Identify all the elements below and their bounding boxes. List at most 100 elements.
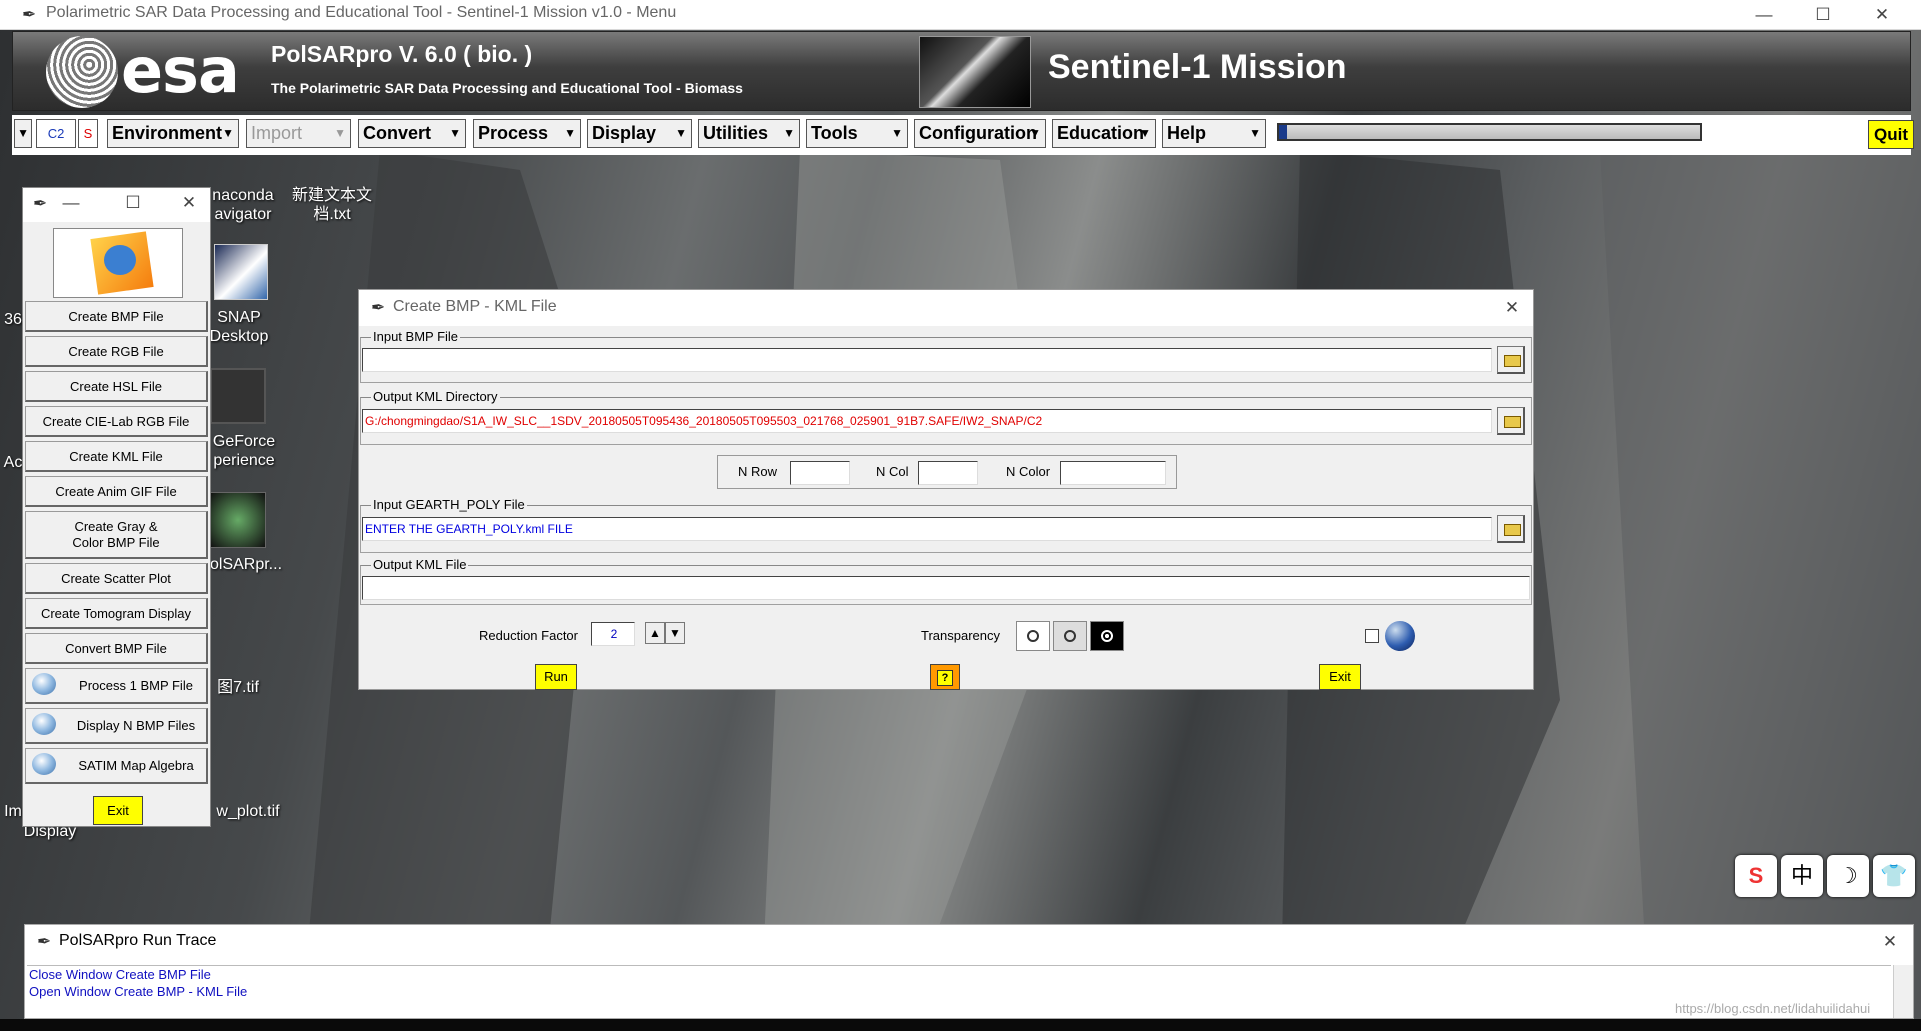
n-row-field[interactable] [790,461,850,485]
panel-close-button[interactable]: ✕ [171,190,207,216]
menu-configuration[interactable]: Configuration ▼ [914,119,1046,148]
menu-label: Import [251,123,303,143]
menu-label: Tools [811,123,858,143]
dialog-close-button[interactable]: ✕ [1489,295,1535,321]
desktop-icon-tif[interactable]: 图7.tif [212,678,264,697]
globe-icon [32,713,56,735]
transparency-option-3[interactable] [1090,621,1124,651]
minimize-button[interactable]: — [1741,2,1787,28]
dropdown-arrow-icon: ▼ [334,126,346,140]
menu-utilities[interactable]: Utilities ▼ [698,119,800,148]
convert-bmp-file-button[interactable]: Convert BMP File [25,633,208,664]
create-bmp-file-button[interactable]: Create BMP File [25,301,208,332]
output-kml-file-field[interactable] [362,576,1530,600]
feather-icon: ✒ [37,932,52,951]
feather-icon: ✒ [371,298,386,317]
create-rgb-file-button[interactable]: Create RGB File [25,336,208,367]
panel-exit-button[interactable]: Exit [93,796,143,825]
decrement-button[interactable]: ▼ [665,622,685,644]
help-button[interactable]: ? [930,664,960,690]
reduction-factor-field[interactable]: 2 [591,622,635,646]
radio-icon [1064,630,1076,642]
close-button[interactable]: ✕ [1859,2,1905,28]
output-kml-dir-field[interactable]: G:/chongmingdao/S1A_IW_SLC__1SDV_2018050… [362,409,1492,433]
menu-environment[interactable]: Environment ▼ [107,119,239,148]
create-tomogram-display-button[interactable]: Create Tomogram Display [25,598,208,629]
progress-fill [1279,125,1288,139]
google-earth-icon [1385,621,1415,651]
menu-label: Help [1167,123,1207,143]
menu-label: Configuration [919,123,1037,143]
create-anim-gif-file-button[interactable]: Create Anim GIF File [25,476,208,507]
create-scatter-plot-button[interactable]: Create Scatter Plot [25,563,208,594]
skin-icon[interactable]: 👕 [1873,855,1915,897]
create-gray-color-bmp-button[interactable]: Create Gray & Color BMP File [25,511,208,559]
increment-button[interactable]: ▲ [645,622,665,644]
desktop-icon-partial[interactable]: Ac [2,453,24,472]
create-kml-file-button[interactable]: Create KML File [25,441,208,472]
panel-maximize-button[interactable]: ☐ [115,190,151,216]
menu-tools[interactable]: Tools ▼ [806,119,908,148]
mode-dropdown-arrow[interactable]: ▼ [14,119,32,148]
process-1-bmp-file-button[interactable]: Process 1 BMP File [25,668,208,704]
google-earth-checkbox[interactable] [1365,629,1379,643]
menu-bar: ▼ C2 S Environment ▼ Import ▼ Convert ▼ Pro… [12,115,1914,155]
n-color-label: N Color [1006,464,1051,479]
gearth-poly-group: Input GEARTH_POLY File ENTER THE GEARTH_… [360,497,1532,553]
display-n-bmp-files-button[interactable]: Display N BMP Files [25,708,208,744]
product-title: PolSARpro V. 6.0 ( bio. ) [271,41,533,67]
button-label: Display N BMP Files [76,718,196,733]
radio-selected-icon [1101,630,1113,642]
chinese-input-icon[interactable]: 中 [1781,855,1823,897]
maximize-button[interactable]: ☐ [1800,2,1846,28]
satim-map-algebra-button[interactable]: SATIM Map Algebra [25,748,208,784]
gearth-poly-field[interactable]: ENTER THE GEARTH_POLY.kml FILE [362,517,1492,541]
n-color-field[interactable] [1060,461,1166,485]
menu-convert[interactable]: Convert ▼ [358,119,466,148]
dropdown-arrow-icon: ▼ [564,126,576,140]
desktop-icon-snap[interactable]: SNAP Desktop [204,308,274,346]
dialog-exit-button[interactable]: Exit [1319,664,1361,690]
desktop-icon-text-file[interactable]: 新建文本文 档.txt [290,186,374,224]
n-col-field[interactable] [918,461,978,485]
quit-button[interactable]: Quit [1868,120,1914,149]
desktop-icon-plot[interactable]: w_plot.tif [208,802,288,821]
menu-education[interactable]: Education ▼ [1052,119,1156,148]
transparency-option-2[interactable] [1053,621,1087,651]
dialog-title: Create BMP - KML File [393,298,557,315]
polsarpro-icon[interactable] [210,492,266,548]
gearth-poly-label: Input GEARTH_POLY File [371,497,527,512]
s-indicator: S [78,119,98,148]
geforce-icon[interactable] [210,368,266,424]
sogou-ime-icon[interactable]: S [1735,855,1777,897]
output-kml-file-group: Output KML File [360,557,1532,605]
transparency-option-1[interactable] [1016,621,1050,651]
esa-globe-icon [46,36,118,108]
feather-icon: ✒ [33,194,48,213]
menu-display[interactable]: Display ▼ [587,119,692,148]
browse-folder-icon[interactable] [1497,515,1525,543]
globe-icon [32,673,56,695]
desktop-icon-anaconda[interactable]: naconda avigator [206,186,280,224]
desktop-icon-partial[interactable]: 36 [2,310,24,329]
trace-title: PolSARpro Run Trace [59,932,217,949]
panel-minimize-button[interactable]: — [53,190,89,216]
snap-icon[interactable] [214,244,268,300]
trace-scrollbar[interactable] [1893,965,1913,1018]
trace-close-button[interactable]: ✕ [1867,929,1913,955]
moon-icon[interactable]: ☽ [1827,855,1869,897]
browse-folder-icon[interactable] [1497,346,1525,374]
menu-label: Utilities [703,123,769,143]
menu-process[interactable]: Process ▼ [473,119,581,148]
browse-folder-icon[interactable] [1497,407,1525,435]
create-hsl-file-button[interactable]: Create HSL File [25,371,208,402]
create-cielab-rgb-file-button[interactable]: Create CIE-Lab RGB File [25,406,208,437]
desktop-icon-partial[interactable]: Im [2,802,24,821]
input-bmp-field[interactable] [362,348,1492,372]
desktop-icon-geforce[interactable]: GeForce perience [204,432,284,470]
esa-banner: esa PolSARpro V. 6.0 ( bio. ) The Polari… [12,31,1911,111]
menu-help[interactable]: Help ▼ [1162,119,1266,148]
desktop-icon-polsarpro[interactable]: olSARpr... [206,555,286,574]
run-button[interactable]: Run [535,664,577,690]
menu-import[interactable]: Import ▼ [246,119,351,148]
